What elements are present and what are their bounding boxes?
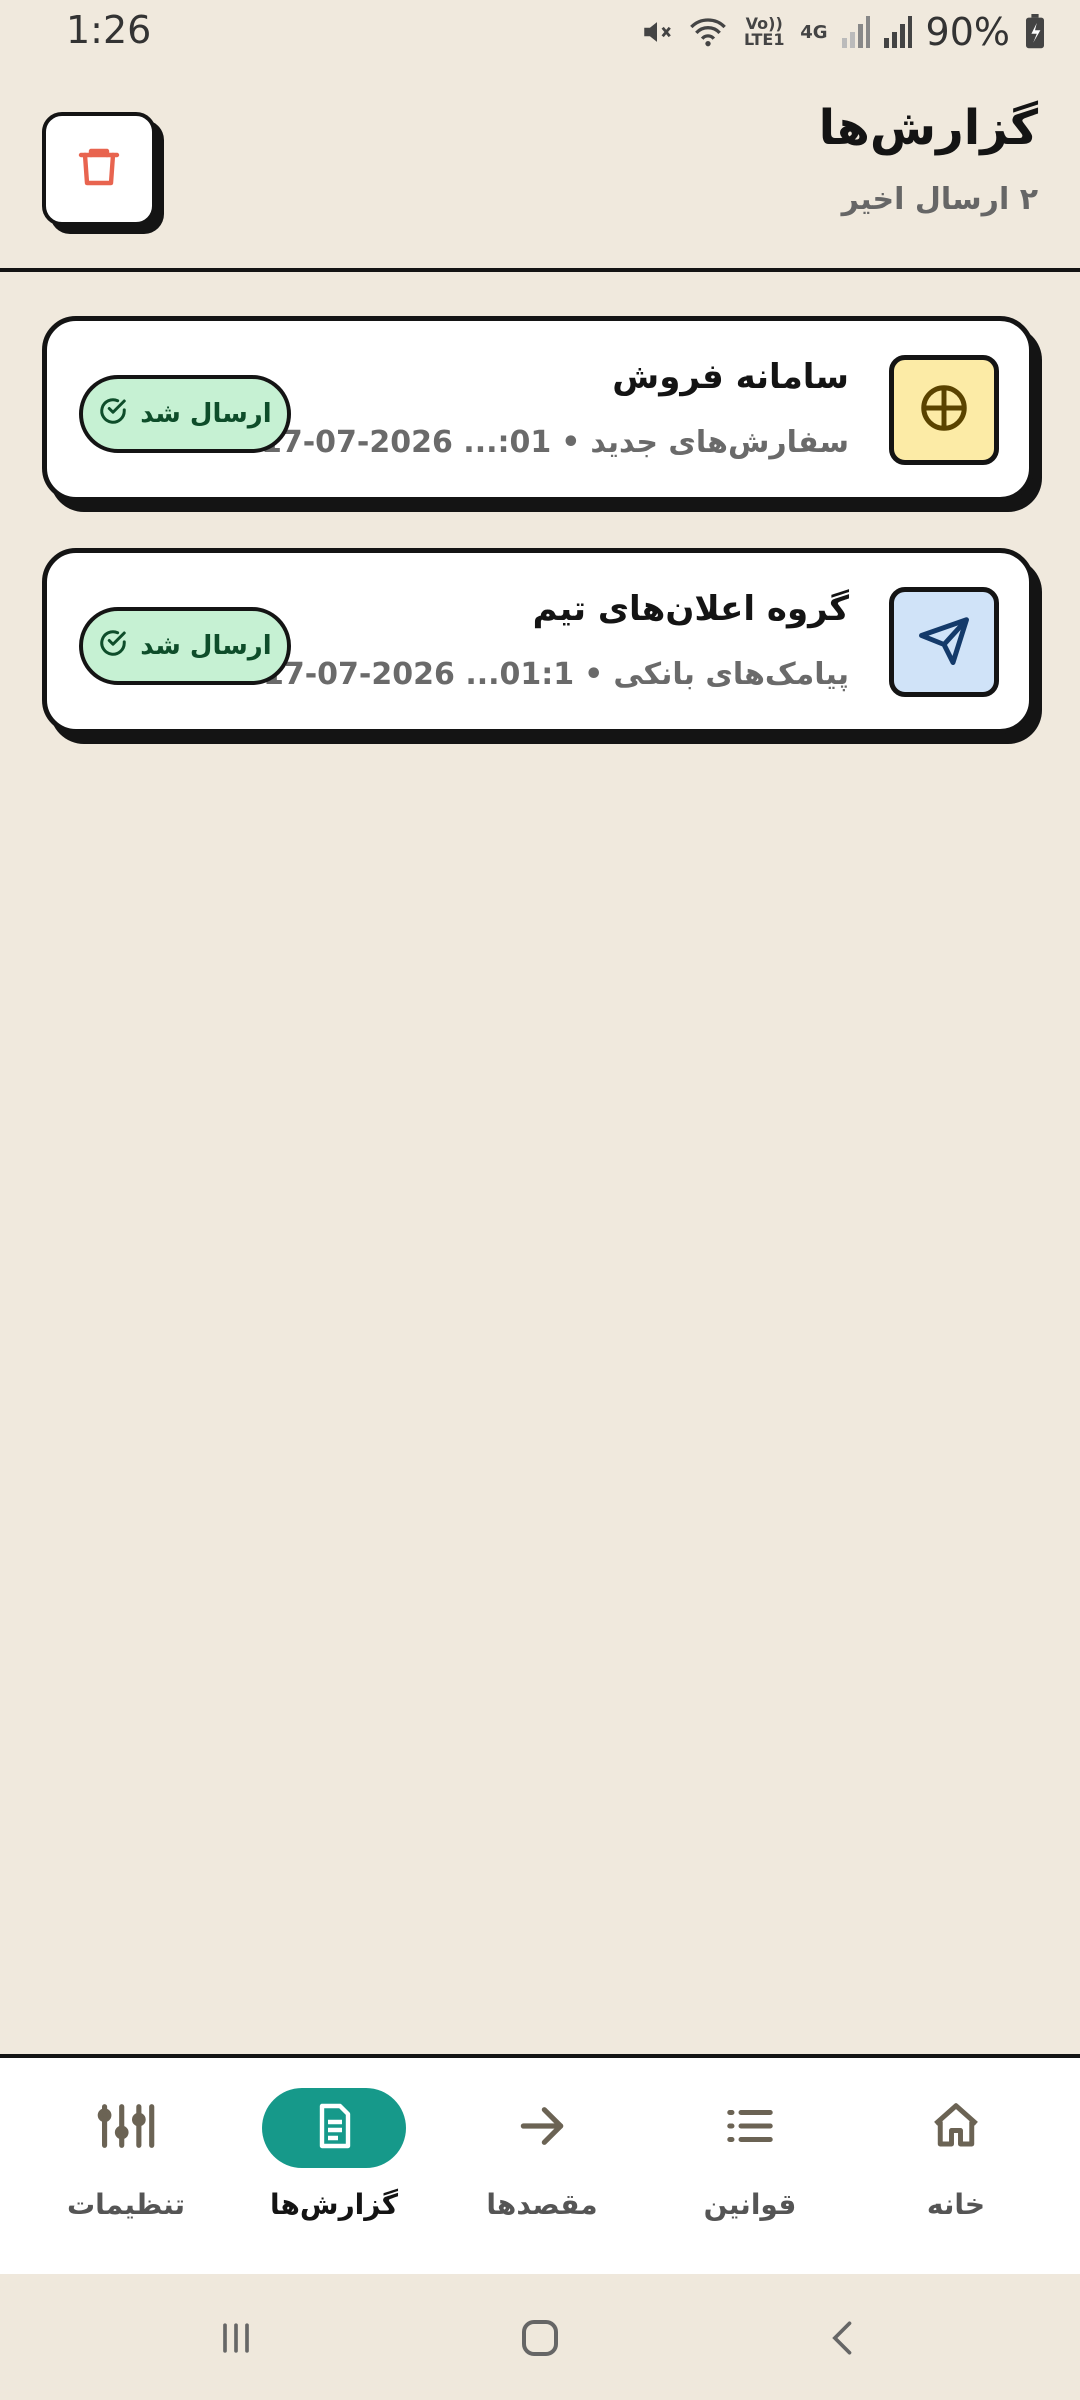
battery-percent: 90% <box>925 10 1010 54</box>
check-circle-icon <box>98 628 128 665</box>
report-meta: 17-07-2026 ...:01 • سفارش‌های جدید <box>260 425 849 460</box>
report-icon-box <box>889 587 999 697</box>
home-square-icon <box>516 2314 564 2366</box>
nav-item-home[interactable]: خانه <box>856 2088 1056 2248</box>
document-icon <box>310 2102 358 2154</box>
nav-label: مقصدها <box>486 2188 598 2221</box>
status-icons: Vo)) LTE1 4G 90% <box>640 10 1046 54</box>
mute-icon <box>640 15 674 49</box>
signal-icon-2 <box>883 16 912 48</box>
status-bar: 1:26 Vo)) LTE1 4G 90% <box>0 0 1080 72</box>
back-icon <box>822 2316 866 2364</box>
report-meta: 17-07-2026 ...01:1 • پیامک‌های بانکی <box>262 657 849 692</box>
nav-item-settings[interactable]: تنظیمات <box>26 2088 226 2248</box>
nav-label: تنظیمات <box>66 2188 186 2221</box>
report-category: سفارش‌های جدید <box>590 425 849 460</box>
arrow-right-icon <box>514 2098 570 2158</box>
system-navigation-bar <box>0 2274 1080 2400</box>
sliders-icon <box>96 2098 156 2158</box>
report-datetime: 17-07-2026 ...:01 <box>260 425 552 460</box>
page-subtitle: ۲ ارسال اخیر <box>841 182 1038 217</box>
volte-label: Vo)) LTE1 <box>743 14 785 49</box>
status-badge-label: ارسال شد <box>140 631 272 661</box>
report-icon-box <box>889 355 999 465</box>
recents-icon <box>214 2316 258 2364</box>
wifi-icon <box>688 15 728 49</box>
send-icon <box>917 613 971 671</box>
status-badge: ارسال شد <box>79 607 291 685</box>
home-nav-button[interactable] <box>510 2310 570 2370</box>
report-card[interactable]: سامانه فروش 17-07-2026 ...:01 • سفارش‌های … <box>42 316 1034 502</box>
clear-reports-button[interactable] <box>42 112 156 226</box>
recents-button[interactable] <box>206 2310 266 2370</box>
nav-label: گزارش‌ها <box>270 2188 398 2221</box>
nav-label: قوانین <box>703 2188 797 2221</box>
report-card[interactable]: گروه اعلان‌های تیم 17-07-2026 ...01:1 • پی… <box>42 548 1034 734</box>
list-icon <box>723 2099 777 2157</box>
page-title: گزارش‌ها <box>818 100 1038 156</box>
bottom-navigation: خانه قوانین مقصدها گزارش‌ها <box>0 2054 1080 2278</box>
report-category: پیامک‌های بانکی <box>613 657 849 692</box>
nav-item-destinations[interactable]: مقصدها <box>442 2088 642 2248</box>
trash-icon <box>75 143 123 195</box>
report-datetime: 17-07-2026 ...01:1 <box>262 657 575 692</box>
home-icon <box>929 2099 983 2157</box>
status-time: 1:26 <box>66 8 152 52</box>
page-header: گزارش‌ها ۲ ارسال اخیر <box>0 72 1080 272</box>
status-badge: ارسال شد <box>79 375 291 453</box>
battery-icon <box>1024 14 1046 50</box>
nav-item-reports[interactable]: گزارش‌ها <box>234 2088 434 2248</box>
status-badge-label: ارسال شد <box>140 399 272 429</box>
globe-icon <box>917 381 971 439</box>
network-4g-label: 4G <box>800 21 828 43</box>
check-circle-icon <box>98 396 128 433</box>
report-title: سامانه فروش <box>612 357 849 397</box>
back-button[interactable] <box>814 2310 874 2370</box>
nav-label: خانه <box>926 2188 986 2221</box>
report-title: گروه اعلان‌های تیم <box>532 589 849 629</box>
nav-item-rules[interactable]: قوانین <box>650 2088 850 2248</box>
reports-list: سامانه فروش 17-07-2026 ...:01 • سفارش‌های … <box>42 316 1034 780</box>
signal-icon-1 <box>841 16 870 48</box>
